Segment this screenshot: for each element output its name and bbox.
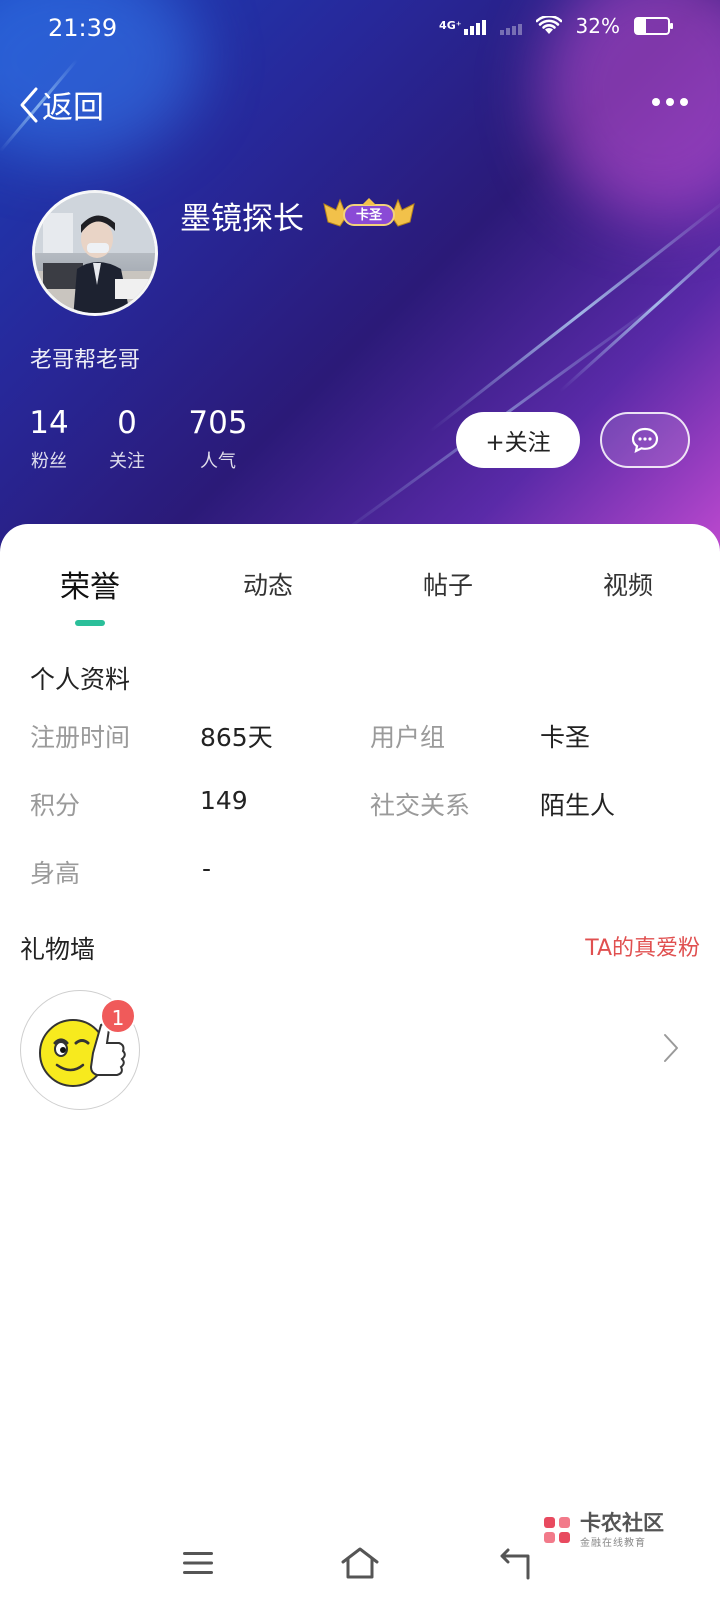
info-value: 陌生人 [540, 791, 616, 820]
battery-icon [634, 17, 673, 35]
stat-popularity: 705 人气 [186, 405, 250, 473]
active-tab-indicator [75, 620, 105, 626]
battery-percent: 32% [575, 14, 620, 38]
tab-activity[interactable]: 动态 [240, 566, 296, 602]
info-label: 积分 [30, 791, 81, 820]
light-streak [558, 216, 720, 393]
system-nav-bar [0, 1520, 720, 1600]
info-label: 用户组 [370, 723, 446, 752]
more-dots-icon[interactable] [650, 90, 690, 114]
info-label: 注册时间 [30, 723, 131, 752]
nickname: 墨镜探长 [180, 201, 304, 237]
status-time: 21:39 [48, 14, 118, 42]
follow-button[interactable]: +关注 [456, 412, 580, 468]
cellular-signal-2-icon [499, 17, 522, 35]
stat-fans[interactable]: 14 粉丝 [26, 405, 72, 473]
stat-label: 人气 [200, 451, 236, 472]
info-value: 865天 [200, 723, 273, 752]
true-fans-link[interactable]: TA的真爱粉 [585, 930, 700, 962]
stat-following[interactable]: 0 关注 [104, 405, 150, 473]
chevron-left-icon [20, 87, 38, 122]
info-value: 149 [200, 786, 248, 815]
personal-info-title: 个人资料 [30, 665, 131, 694]
back-nav-icon[interactable] [498, 1548, 532, 1580]
stat-label: 关注 [109, 451, 145, 472]
light-streak [429, 196, 720, 433]
chat-bubble-icon [631, 427, 659, 453]
badge-label: 卡圣 [355, 208, 382, 223]
stat-label: 粉丝 [31, 451, 67, 472]
cellular-signal-icon: 4G⁺ [439, 17, 486, 35]
avatar[interactable] [32, 190, 158, 316]
back-button[interactable]: 返回 [18, 82, 104, 127]
tab-videos[interactable]: 视频 [600, 566, 656, 602]
user-group-badge: 卡圣 [320, 196, 418, 232]
battery-fill [636, 19, 647, 33]
info-label: 身高 [30, 859, 81, 888]
info-label: 社交关系 [370, 791, 471, 820]
tab-posts[interactable]: 帖子 [420, 566, 476, 602]
status-icons: 4G⁺ 32% [439, 14, 673, 38]
home-icon[interactable] [340, 1546, 380, 1580]
chevron-right-icon[interactable] [662, 1032, 680, 1064]
avatar-photo [35, 193, 155, 313]
stat-value: 14 [29, 405, 69, 441]
status-bar: 21:39 4G⁺ 32% [0, 0, 720, 58]
menu-icon[interactable] [182, 1550, 214, 1576]
tab-honor[interactable]: 荣誉 [58, 562, 122, 606]
info-value: - [202, 854, 212, 883]
gift-count-badge: 1 [100, 998, 136, 1034]
network-type: 4G⁺ [439, 19, 462, 32]
gift-wall-title: 礼物墙 [20, 935, 96, 964]
info-value: 卡圣 [540, 723, 591, 752]
stat-value: 705 [188, 405, 248, 441]
stat-value: 0 [117, 405, 137, 441]
message-button[interactable] [600, 412, 690, 468]
user-signature: 老哥帮老哥 [30, 348, 141, 373]
back-label: 返回 [42, 90, 104, 126]
profile-header: 21:39 4G⁺ 32% 返回 墨镜探长 卡圣 老哥帮老哥 14 粉丝 0 关… [0, 0, 720, 560]
wifi-icon [535, 16, 562, 34]
tab-bar: 荣誉 动态 帖子 视频 [0, 566, 720, 626]
